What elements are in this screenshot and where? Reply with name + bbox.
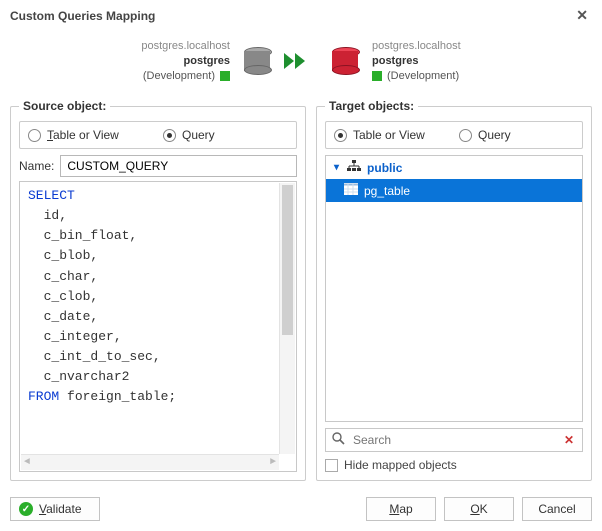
target-connection: postgres.localhost postgres (Development…	[372, 40, 461, 82]
dialog-footer: ✓ Validate Map OK Cancel	[0, 489, 602, 531]
vertical-scrollbar[interactable]	[279, 183, 295, 454]
target-env-color-icon	[372, 71, 382, 81]
target-legend: Target objects:	[325, 99, 418, 113]
source-radio-table[interactable]: Table or View	[28, 128, 153, 142]
schema-node[interactable]: ▾ public	[326, 156, 582, 179]
target-db-icon	[332, 47, 358, 75]
search-input[interactable]	[351, 432, 556, 448]
chevron-down-icon: ▾	[334, 162, 339, 173]
connection-summary: postgres.localhost postgres (Development…	[0, 30, 602, 99]
source-host: postgres.localhost	[141, 40, 230, 52]
source-db-icon	[244, 47, 270, 75]
radio-icon	[28, 129, 41, 142]
radio-icon	[163, 129, 176, 142]
target-db: postgres	[372, 55, 418, 67]
target-type-radio-group: Table or View Query	[325, 121, 583, 149]
dialog-title: Custom Queries Mapping	[10, 9, 155, 23]
hide-mapped-checkbox[interactable]	[325, 459, 338, 472]
validate-button[interactable]: ✓ Validate	[10, 497, 100, 521]
source-object-panel: Source object: Table or View Query Name:…	[10, 99, 306, 481]
source-env-color-icon	[220, 71, 230, 81]
hide-mapped-label: Hide mapped objects	[344, 458, 457, 472]
radio-icon	[459, 129, 472, 142]
source-legend: Source object:	[19, 99, 110, 113]
source-env: (Development)	[143, 70, 215, 82]
table-icon	[344, 183, 358, 198]
target-host: postgres.localhost	[372, 40, 461, 52]
map-button[interactable]: Map	[366, 497, 436, 521]
ok-button[interactable]: OK	[444, 497, 514, 521]
target-search[interactable]: ✕	[325, 428, 583, 452]
source-radio-query[interactable]: Query	[163, 128, 288, 142]
title-bar: Custom Queries Mapping ✕	[0, 0, 602, 30]
target-radio-table[interactable]: Table or View	[334, 128, 449, 142]
schema-label: public	[367, 161, 402, 175]
sql-editor[interactable]: SELECT id, c_bin_float, c_blob, c_char, …	[19, 181, 297, 472]
source-type-radio-group: Table or View Query	[19, 121, 297, 149]
hide-mapped-row[interactable]: Hide mapped objects	[325, 458, 583, 472]
schema-icon	[347, 160, 361, 175]
target-objects-panel: Target objects: Table or View Query ▾ pu…	[316, 99, 592, 481]
horizontal-scrollbar[interactable]: ◄►	[21, 454, 279, 470]
radio-icon	[334, 129, 347, 142]
target-env: (Development)	[387, 70, 459, 82]
clear-search-icon[interactable]: ✕	[562, 433, 576, 447]
cancel-button[interactable]: Cancel	[522, 497, 592, 521]
transfer-arrow-icon	[284, 51, 318, 71]
table-node-selected[interactable]: pg_table	[326, 179, 582, 202]
target-object-tree[interactable]: ▾ public pg_table	[325, 155, 583, 422]
close-icon[interactable]: ✕	[572, 7, 592, 24]
source-connection: postgres.localhost postgres (Development…	[141, 40, 230, 82]
source-db: postgres	[184, 55, 230, 67]
check-icon: ✓	[19, 502, 33, 516]
target-radio-query[interactable]: Query	[459, 128, 574, 142]
name-label: Name:	[19, 159, 54, 173]
table-label: pg_table	[364, 184, 410, 198]
search-icon	[332, 432, 345, 448]
query-name-input[interactable]	[60, 155, 297, 177]
